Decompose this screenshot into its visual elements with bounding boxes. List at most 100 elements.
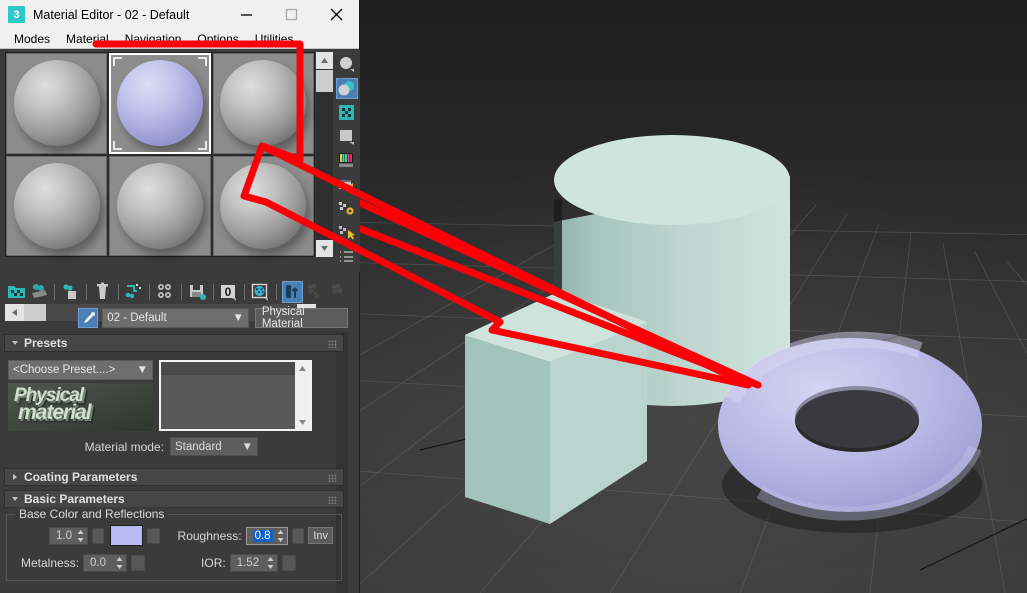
sample-uv-tiling-icon[interactable] xyxy=(336,126,358,147)
show-end-result-button[interactable] xyxy=(281,280,303,303)
scroll-up-icon[interactable] xyxy=(316,52,333,69)
go-to-parent-button[interactable] xyxy=(305,281,326,303)
scroll-up-icon xyxy=(299,366,306,371)
spinner-arrows-icon[interactable] xyxy=(116,557,123,569)
spinner-arrows-icon[interactable] xyxy=(277,529,284,542)
roughness-spinner[interactable]: 0.8 xyxy=(245,526,288,545)
toolbar-separator xyxy=(212,283,214,300)
toolbar-separator xyxy=(244,283,246,300)
minimize-icon[interactable] xyxy=(224,0,269,29)
sample-slot-5[interactable] xyxy=(109,155,211,256)
slot-corner-marker xyxy=(197,140,207,150)
menu-item-utilities[interactable]: Utilities xyxy=(247,29,302,49)
sample-sphere-2 xyxy=(116,60,203,147)
make-preview-icon[interactable] xyxy=(336,174,358,195)
svg-text:0: 0 xyxy=(225,285,232,299)
rollout-grip xyxy=(328,474,337,482)
options-gear-icon[interactable] xyxy=(336,198,358,219)
sample-slot-3[interactable] xyxy=(212,53,314,154)
roughness-invert-button[interactable]: Inv xyxy=(308,527,333,544)
video-color-check-icon[interactable] xyxy=(336,150,358,171)
spinner-arrows-icon[interactable] xyxy=(77,529,84,542)
menu-item-material[interactable]: Material xyxy=(58,29,117,49)
reset-map-material-button[interactable] xyxy=(92,281,113,303)
rollout-header-presets[interactable]: Presets xyxy=(4,334,344,352)
toolbar-separator xyxy=(54,283,56,300)
metalness-ior-row: Metalness: 0.0 IOR: 1.52 xyxy=(15,554,333,572)
menu-item-navigation[interactable]: Navigation xyxy=(117,29,190,49)
base-color-swatch[interactable] xyxy=(110,525,144,546)
sample-sphere-3 xyxy=(220,60,307,147)
maximize-icon[interactable] xyxy=(269,0,314,29)
sample-slot-4[interactable] xyxy=(6,155,108,256)
chevron-right-icon xyxy=(11,473,19,481)
preset-list-scrollbar[interactable] xyxy=(295,362,310,429)
scroll-thumb-vertical[interactable] xyxy=(316,70,333,92)
menu-item-modes[interactable]: Modes xyxy=(6,29,58,49)
material-name-combo[interactable]: 02 - Default ▼ xyxy=(102,308,249,328)
ior-label: IOR: xyxy=(201,556,226,570)
metalness-spinner[interactable]: 0.0 xyxy=(83,554,128,572)
chevron-down-icon: ▼ xyxy=(241,440,253,453)
material-list-icon[interactable] xyxy=(336,246,358,267)
get-material-button[interactable] xyxy=(6,281,27,303)
slot-corner-marker xyxy=(113,57,123,66)
perspective-viewport[interactable] xyxy=(360,0,1027,593)
backlight-icon[interactable] xyxy=(335,78,358,99)
sample-sphere-1 xyxy=(13,60,100,147)
menu-item-options[interactable]: Options xyxy=(189,29,246,49)
close-icon[interactable] xyxy=(314,0,359,29)
ior-map-button[interactable] xyxy=(281,555,296,571)
ior-spinner[interactable]: 1.52 xyxy=(229,554,278,572)
sample-slot-1[interactable] xyxy=(6,53,108,154)
make-material-copy-button[interactable] xyxy=(124,281,145,303)
toolbar-separator xyxy=(86,283,87,300)
base-weight-spinner[interactable]: 1.0 xyxy=(49,526,88,545)
material-name-value: 02 - Default xyxy=(107,312,167,324)
toolbar-separator xyxy=(149,283,151,300)
background-checker-icon[interactable] xyxy=(336,102,358,123)
rollout-header-coating-parameters[interactable]: Coating Parameters xyxy=(4,468,344,486)
base-weight-value: 1.0 xyxy=(56,529,72,542)
material-id-channel-button[interactable]: 0 xyxy=(219,281,240,303)
sample-sphere-4 xyxy=(13,162,100,249)
rollout-title-presets: Presets xyxy=(24,336,68,350)
base-color-and-reflections-group: Base Color and Reflections 1.0 Roughness… xyxy=(6,507,342,581)
base-color-map-button[interactable] xyxy=(147,527,160,544)
sample-slot-2[interactable] xyxy=(109,53,211,154)
preview-text-line2: material xyxy=(18,401,92,424)
sample-type-sphere-icon[interactable] xyxy=(336,54,358,75)
rollout-header-basic-parameters[interactable]: Basic Parameters xyxy=(4,490,344,508)
material-toolbar: 0 xyxy=(0,278,348,305)
show-shaded-material-in-viewport-button[interactable] xyxy=(250,281,271,303)
preset-list-box[interactable] xyxy=(159,360,312,431)
sample-slots-area xyxy=(0,50,360,321)
choose-preset-combo[interactable]: <Choose Preset....> ▼ xyxy=(8,360,153,380)
base-color-row: 1.0 Roughness: 0.8 Inv xyxy=(15,525,333,546)
make-unique-button[interactable] xyxy=(155,281,176,303)
scroll-down-icon[interactable] xyxy=(316,240,333,257)
scroll-down-icon xyxy=(299,420,306,425)
select-by-material-icon[interactable] xyxy=(336,222,358,243)
go-forward-to-sibling-button[interactable] xyxy=(327,281,348,303)
material-mode-combo[interactable]: Standard ▼ xyxy=(170,437,258,456)
metalness-map-button[interactable] xyxy=(131,555,146,571)
slots-vertical-scrollbar[interactable] xyxy=(316,52,333,257)
roughness-map-button[interactable] xyxy=(291,527,305,544)
physical-material-preview-image: Physical material xyxy=(8,383,153,431)
assign-material-to-selection-button[interactable] xyxy=(60,281,81,303)
slot-corner-marker xyxy=(113,140,123,150)
torus-object xyxy=(718,331,982,533)
sample-sphere-5 xyxy=(116,162,203,249)
put-material-to-scene-button[interactable] xyxy=(29,281,50,303)
sample-slots-grid xyxy=(5,52,315,257)
eyedropper-icon[interactable] xyxy=(78,308,99,328)
spinner-arrows-icon[interactable] xyxy=(267,557,274,569)
base-weight-map-button[interactable] xyxy=(91,527,105,544)
sample-slot-6[interactable] xyxy=(212,155,314,256)
put-to-library-button[interactable] xyxy=(187,281,208,303)
toolbar-separator xyxy=(180,283,182,300)
sample-sphere-6 xyxy=(220,162,307,249)
material-mode-value: Standard xyxy=(175,440,222,453)
material-type-button[interactable]: Physical Material xyxy=(254,306,349,330)
